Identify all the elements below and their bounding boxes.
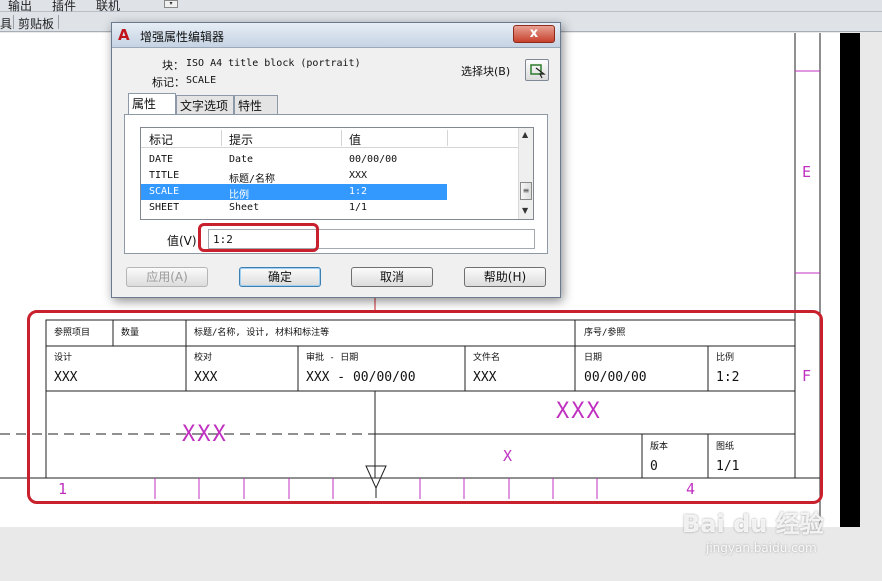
highlight-title-block xyxy=(27,310,823,504)
help-button[interactable]: 帮助(H) xyxy=(464,267,546,287)
row-tag: SCALE xyxy=(149,186,180,197)
column-separator xyxy=(447,130,448,146)
zone-marker-e: E xyxy=(802,163,812,181)
scroll-thumb[interactable]: ≡ xyxy=(520,182,532,200)
watermark-logo: Bai du 经验 xyxy=(682,510,824,538)
ribbon-dropdown-icon[interactable]: ▾ xyxy=(164,0,178,8)
row-tag: TITLE xyxy=(149,170,180,181)
dialog-title: 增强属性编辑器 xyxy=(140,30,225,44)
block-value: ISO A4 title block (portrait) xyxy=(186,58,361,69)
ribbon-tabs: 输出 插件 联机 ▾ xyxy=(0,0,882,13)
cancel-button[interactable]: 取消 xyxy=(351,267,433,287)
attribute-list-header: 标记 提示 值 xyxy=(141,128,518,148)
row-value: XXX xyxy=(349,170,368,181)
highlight-value-input xyxy=(198,223,319,252)
list-item[interactable]: SHEET Sheet 1/1 xyxy=(141,200,447,216)
close-button[interactable]: x xyxy=(513,25,555,43)
panel-prefix: 具 xyxy=(0,17,13,31)
column-tag[interactable]: 标记 xyxy=(149,131,173,148)
column-separator xyxy=(341,130,342,146)
row-prompt: Date xyxy=(229,154,254,165)
list-scrollbar[interactable]: ▲ ≡ ▼ xyxy=(518,128,533,219)
enhanced-attribute-editor-dialog: A 增强属性编辑器 x 块： ISO A4 title block (portr… xyxy=(111,22,561,298)
column-prompt[interactable]: 提示 xyxy=(229,131,253,148)
row-tag: DATE xyxy=(149,154,174,165)
watermark-url: jingyan.baidu.com xyxy=(706,541,817,555)
autocad-window: 输出 插件 联机 ▾ 具 剪贴板 参照项目 数量 标题/名称, 设计, 材料和标… xyxy=(0,0,882,581)
row-tag: SHEET xyxy=(149,202,180,213)
block-label: 块： xyxy=(162,59,184,72)
tab-properties[interactable]: 特性 xyxy=(234,95,278,114)
tag-value: SCALE xyxy=(186,75,217,86)
row-value: 00/00/00 xyxy=(349,154,398,165)
row-value: 1/1 xyxy=(349,202,368,213)
dialog-titlebar[interactable]: A 增强属性编辑器 x xyxy=(112,23,560,48)
panel-clipboard-label[interactable]: 剪贴板 xyxy=(18,15,54,32)
panel-separator xyxy=(58,15,59,29)
autocad-app-icon: A xyxy=(118,26,130,44)
row-prompt: Sheet xyxy=(229,202,260,213)
list-item-selected[interactable]: SCALE 比例 1:2 xyxy=(141,184,447,201)
select-block-label: 选择块(B) xyxy=(461,65,511,78)
tab-text-options[interactable]: 文字选项 xyxy=(176,95,234,114)
panel-separator xyxy=(13,15,14,29)
column-value[interactable]: 值 xyxy=(349,131,361,148)
screen-edge xyxy=(840,33,860,527)
tag-label: 标记： xyxy=(152,76,185,89)
attribute-list[interactable]: 标记 提示 值 DATE Date 00/00/00 TITLE 标题/名称 X… xyxy=(140,127,534,220)
value-label: 值(V) xyxy=(167,234,197,248)
select-block-button[interactable] xyxy=(525,59,549,81)
list-item[interactable]: DATE Date 00/00/00 xyxy=(141,152,447,168)
list-item[interactable]: TITLE 标题/名称 XXX xyxy=(141,168,447,185)
ok-button[interactable]: 确定 xyxy=(239,267,321,287)
scroll-down-icon[interactable]: ▼ xyxy=(522,206,528,215)
row-prompt: 比例 xyxy=(229,190,249,201)
tab-attributes[interactable]: 属性 xyxy=(128,93,176,114)
column-separator xyxy=(221,130,222,146)
apply-button[interactable]: 应用(A) xyxy=(126,267,208,287)
scroll-up-icon[interactable]: ▲ xyxy=(522,130,528,139)
row-value: 1:2 xyxy=(349,186,368,197)
row-prompt: 标题/名称 xyxy=(229,174,276,185)
pick-cursor-icon xyxy=(530,64,546,79)
